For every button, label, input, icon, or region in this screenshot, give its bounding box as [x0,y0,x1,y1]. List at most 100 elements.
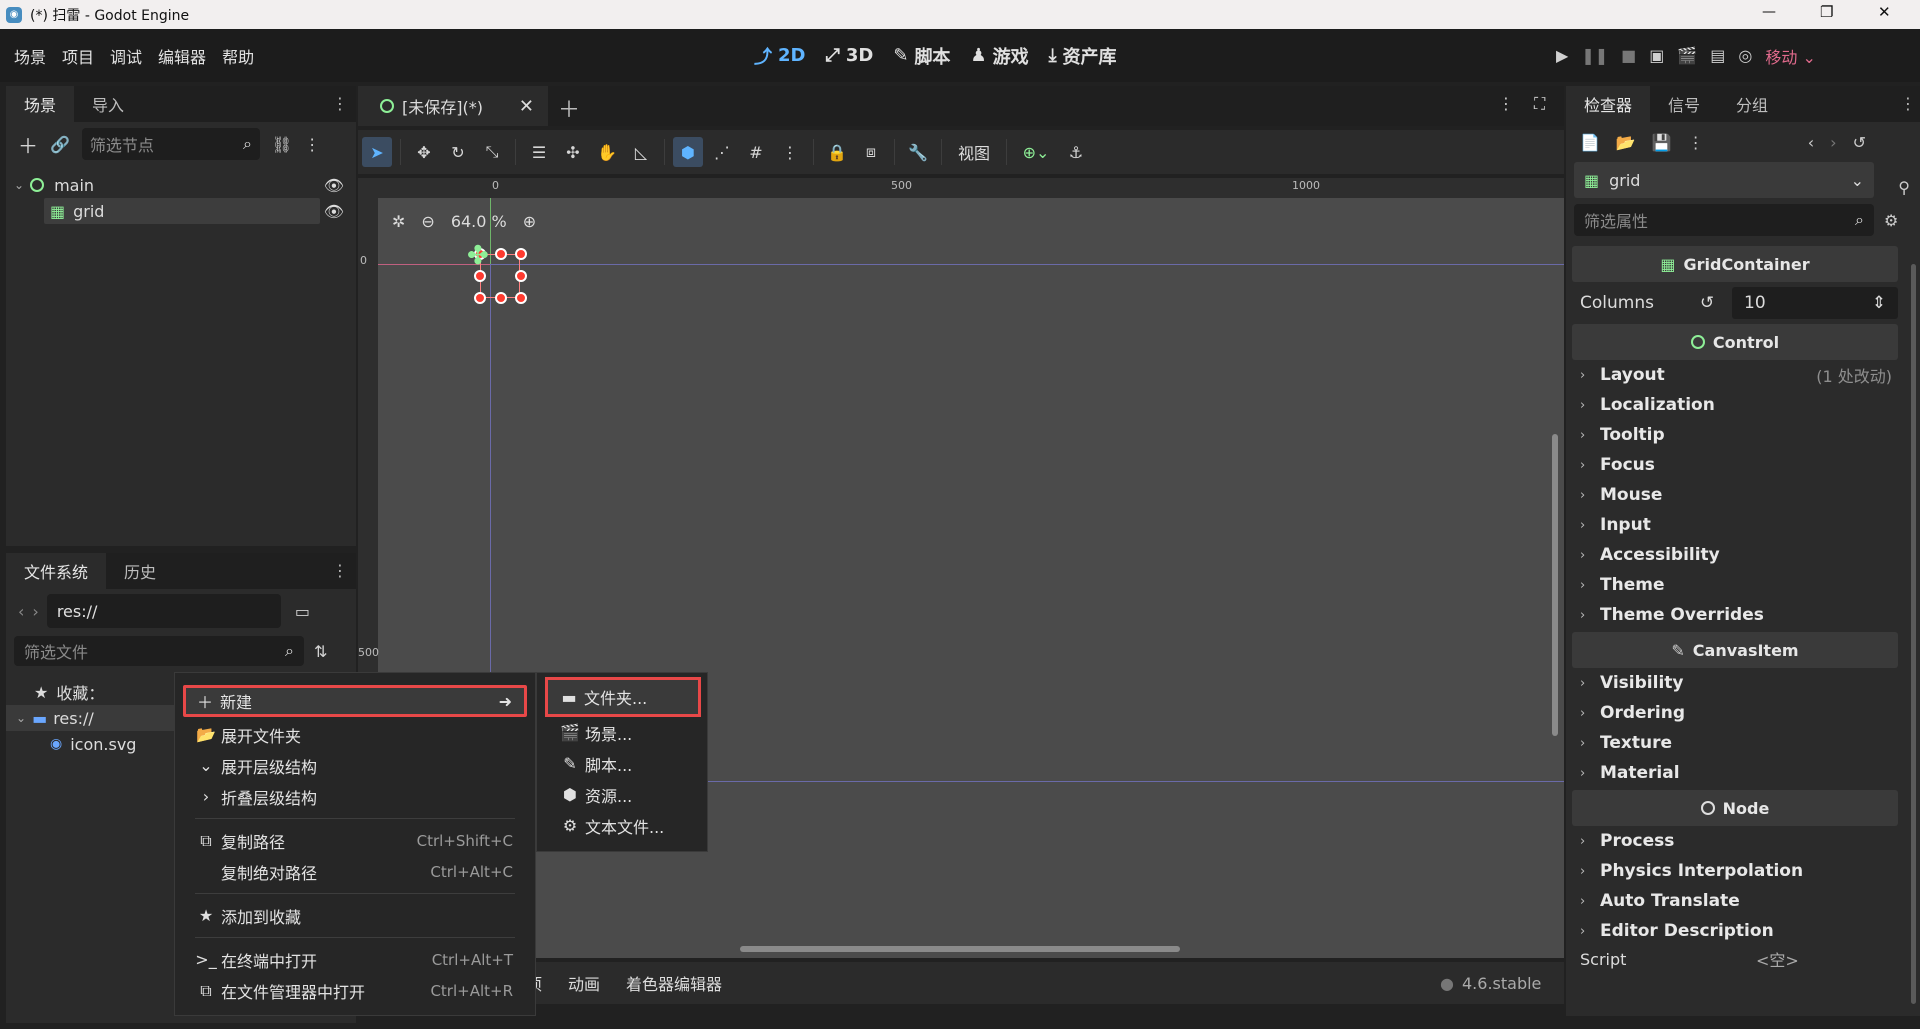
menu-item-collapse[interactable]: › 折叠层级结构 [175,781,535,812]
stop-icon[interactable]: ■ [1621,46,1636,65]
file-filter-input[interactable]: 筛选文件 ⌕ [14,636,304,666]
resize-handle[interactable] [515,248,527,260]
script-value[interactable]: <空> [1756,947,1799,971]
lock-icon[interactable]: 🔒 [822,137,852,167]
object-selector[interactable]: ▦ grid ⌄ [1574,162,1874,198]
menu-item-open-folder[interactable]: 📂 展开文件夹 [175,719,535,750]
tab-signals[interactable]: 信号 [1650,86,1718,122]
version-label[interactable]: 4.6.stable [1462,974,1541,993]
mode-2d[interactable]: ⤴ 2D [754,43,805,69]
menu-item-open-terminal[interactable]: >_ 在终端中打开 Ctrl+Alt+T [175,944,535,975]
h-scrollbar[interactable] [740,946,1180,952]
zoom-out-icon[interactable]: ⊖ [421,212,434,231]
prop-input[interactable]: › Input [1572,510,1898,540]
smart-snap-icon[interactable]: ⬢ [673,137,703,167]
selected-node-box[interactable]: ✤ [467,241,527,304]
submenu-item-folder[interactable]: ▬ 文件夹... [545,677,701,717]
back-icon[interactable]: ‹ [1808,133,1814,152]
menu-item-copy-path[interactable]: ⧉ 复制路径 Ctrl+Shift+C [175,825,535,856]
snap-icon[interactable]: ⋰ [707,137,737,167]
mode-assetlib[interactable]: ⤓ 资产库 [1049,43,1117,69]
columns-spinbox[interactable]: 10 ⇕ [1732,287,1898,319]
inspector-menu-icon[interactable]: ⋮ [1900,94,1916,113]
play-custom-icon[interactable]: ▤ [1710,46,1725,65]
tree-node-grid[interactable]: ▦ grid [44,198,320,224]
menu-item-add-favorite[interactable]: ★ 添加到收藏 [175,900,535,931]
prop-auto-translate[interactable]: › Auto Translate [1572,886,1898,916]
resize-handle[interactable] [495,248,507,260]
resize-handle[interactable] [515,292,527,304]
close-window-button[interactable]: ✕ [1878,3,1891,21]
prop-material[interactable]: › Material [1572,758,1898,788]
mode-script[interactable]: ✎ 脚本 [893,43,950,69]
prop-mouse[interactable]: › Mouse [1572,480,1898,510]
pan-tool-icon[interactable]: ✋ [592,137,622,167]
tab-scene[interactable]: 场景 [6,86,75,122]
scene-dock-menu-icon[interactable]: ⋮ [332,94,348,113]
select-tool-icon[interactable]: ➤ [362,137,392,167]
save-resource-icon[interactable]: 💾 [1652,133,1672,152]
menu-editor[interactable]: 编辑器 [158,44,206,68]
prop-localization[interactable]: › Localization [1572,390,1898,420]
close-tab-icon[interactable]: ✕ [519,96,534,117]
bottom-tab-shader-editor[interactable]: 着色器编辑器 [626,971,722,995]
spinner-icon[interactable]: ⇕ [1872,293,1886,313]
add-anchor-icon[interactable]: ⊕⌄ [1015,137,1057,167]
v-scrollbar[interactable] [1552,434,1558,736]
menu-item-copy-abs-path[interactable]: 复制绝对路径 Ctrl+Alt+C [175,856,535,887]
view-menu[interactable]: 视图 [950,140,998,164]
submenu-item-scene[interactable]: 🎬 场景... [537,717,707,748]
open-resource-icon[interactable]: 📂 [1616,133,1636,152]
prop-layout[interactable]: › Layout (1 处改动) [1572,360,1898,390]
menu-item-open-file-manager[interactable]: ⧉ 在文件管理器中打开 Ctrl+Alt+R [175,975,535,1006]
collapse-icon[interactable]: ⌄ [14,178,24,192]
resize-handle[interactable] [495,292,507,304]
forward-icon[interactable]: › [1830,133,1836,152]
menu-scene[interactable]: 场景 [14,44,46,68]
add-tab-icon[interactable]: ＋ [558,92,580,124]
submenu-item-resource[interactable]: ⬢ 资源... [537,779,707,810]
prop-theme[interactable]: › Theme [1572,570,1898,600]
mode-3d[interactable]: ⤢ 3D [825,45,873,66]
maximize-button[interactable]: ❐ [1820,3,1833,21]
skeleton-icon[interactable]: 🔧 [903,137,933,167]
prop-ordering[interactable]: › Ordering [1572,698,1898,728]
tab-groups[interactable]: 分组 [1718,86,1786,122]
menu-help[interactable]: 帮助 [222,44,254,68]
bottom-tab-animation[interactable]: 动画 [568,971,600,995]
play-icon[interactable]: ▶ [1556,46,1568,65]
back-icon[interactable]: ‹ [18,602,24,621]
play-scene-icon[interactable]: 🎬 [1677,46,1697,65]
snap-options-icon[interactable]: ⋮ [775,137,805,167]
list-select-icon[interactable]: ☰ [524,137,554,167]
fs-dock-menu-icon[interactable]: ⋮ [332,561,348,580]
prop-editor-description[interactable]: › Editor Description [1572,916,1898,946]
ruler-tool-icon[interactable]: ◺ [626,137,656,167]
property-filter-input[interactable]: 筛选属性 ⌕ [1574,204,1874,236]
add-node-icon[interactable]: ＋ [18,130,38,159]
scene-tab[interactable]: [未保存](*) ✕ [358,86,548,126]
scale-tool-icon[interactable]: ⤡ [477,137,507,167]
prop-accessibility[interactable]: › Accessibility [1572,540,1898,570]
instance-scene-icon[interactable]: ⛓ [272,135,292,154]
zoom-in-icon[interactable]: ⊕ [523,212,536,231]
more-icon[interactable]: ⋮ [1688,133,1704,152]
submenu-item-script[interactable]: ✎ 脚本... [537,748,707,779]
center-view-icon[interactable]: ✲ [392,212,405,231]
property-options-icon[interactable]: ⚙ [1884,211,1898,230]
visibility-icon[interactable]: 👁 [324,176,344,195]
menu-item-expand[interactable]: ⌄ 展开层级结构 [175,750,535,781]
pause-icon[interactable]: ❚❚ [1581,46,1608,65]
tab-menu-icon[interactable]: ⋮ [1498,94,1514,113]
menu-debug[interactable]: 调试 [110,44,142,68]
res-root-item[interactable]: ⌄ ▬ res:// [6,705,176,731]
collapse-icon[interactable]: ⌄ [16,711,26,725]
resize-handle[interactable] [474,270,486,282]
prop-theme-overrides[interactable]: › Theme Overrides [1572,600,1898,630]
grid-snap-icon[interactable]: # [741,137,771,167]
anchor-icon[interactable]: ⚓ [1061,137,1091,167]
group-icon[interactable]: ⧈ [856,137,886,167]
move-tool-icon[interactable]: ✥ [409,137,439,167]
tab-history[interactable]: 历史 [106,553,174,589]
resize-handle[interactable] [515,270,527,282]
